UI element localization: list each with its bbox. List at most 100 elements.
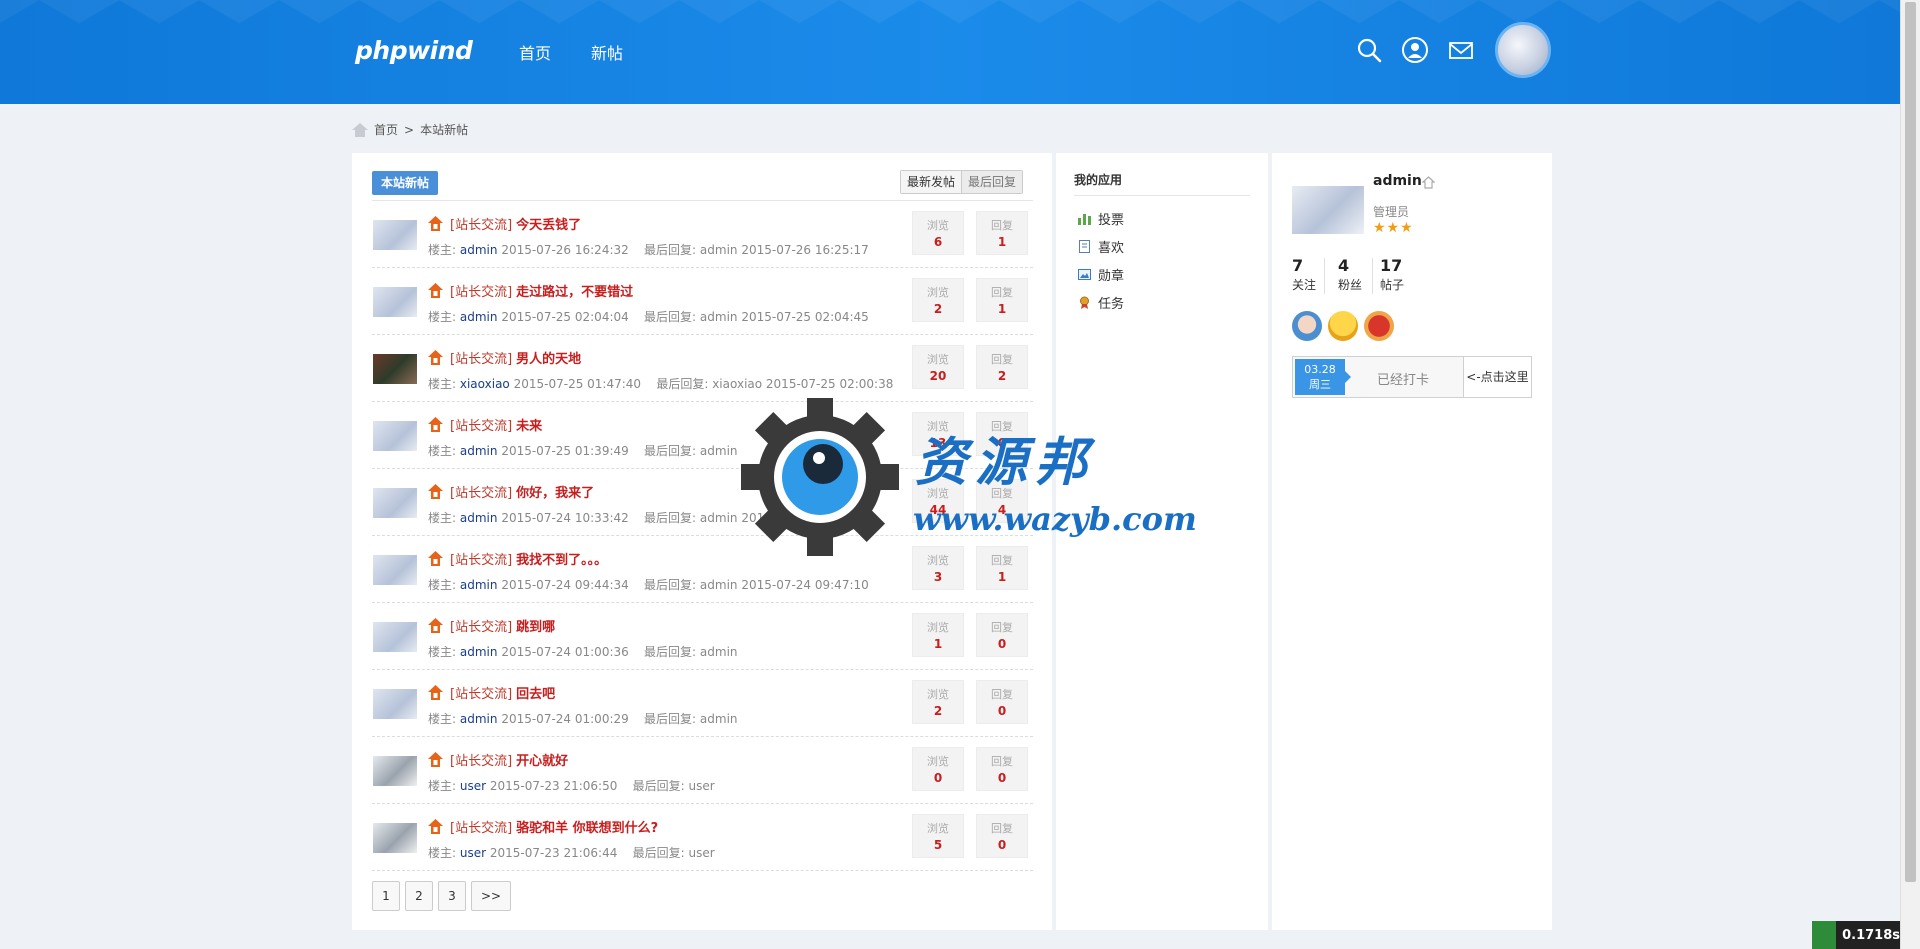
- reply-count: 回复 0: [976, 412, 1028, 456]
- thread-row[interactable]: [站长交流] 我找不到了。。。 楼主: admin 2015-07-24 09:44…: [372, 536, 1033, 603]
- thread-author[interactable]: admin: [460, 243, 498, 257]
- thread-title[interactable]: 跳到哪: [516, 620, 555, 635]
- next-page-button[interactable]: >>: [471, 881, 512, 911]
- thread-meta: 楼主: admin 2015-07-24 01:00:29 最后回复: admi…: [428, 710, 738, 727]
- user-card: admin 管理员 ★★★ 7 关注 4 粉丝 17 帖子 03.28 周三 已…: [1272, 153, 1552, 930]
- thread-row[interactable]: [站长交流] 男人的天地 楼主: xiaoxiao 2015-07-25 01:47…: [372, 335, 1033, 402]
- thread-title[interactable]: 我找不到了。。。: [516, 553, 607, 568]
- thread-row[interactable]: [站长交流] 你好，我来了 楼主: admin 2015-07-24 10:33:4…: [372, 469, 1033, 536]
- thread-row[interactable]: [站长交流] 骆驼和羊 你联想到什么? 楼主: user 2015-07-23 21…: [372, 804, 1033, 871]
- thread-author[interactable]: admin: [460, 712, 498, 726]
- thread-title[interactable]: 未来: [516, 419, 542, 434]
- author-avatar[interactable]: [373, 287, 417, 317]
- thread-row[interactable]: [站长交流] 今天丢钱了 楼主: admin 2015-07-26 16:24:32…: [372, 201, 1033, 268]
- medal-badge-3[interactable]: [1364, 311, 1394, 341]
- reply-prefix: 最后回复:: [644, 511, 697, 525]
- reply-prefix: 最后回复:: [644, 712, 697, 726]
- site-logo[interactable]: phpwind: [355, 36, 473, 65]
- scrollbar-thumb[interactable]: [1905, 2, 1916, 882]
- thread-title[interactable]: 回去吧: [516, 687, 555, 702]
- page-1-button[interactable]: 1: [372, 881, 400, 911]
- author-avatar[interactable]: [373, 220, 417, 250]
- author-avatar[interactable]: [373, 689, 417, 719]
- reply-count: 回复 0: [976, 680, 1028, 724]
- thread-category[interactable]: [站长交流]: [450, 821, 512, 836]
- breadcrumb-home[interactable]: 首页: [374, 121, 398, 138]
- view-count-value: 3: [933, 570, 943, 584]
- thread-category[interactable]: [站长交流]: [450, 620, 512, 635]
- thread-author[interactable]: admin: [460, 645, 498, 659]
- thread-title[interactable]: 男人的天地: [516, 352, 581, 367]
- thread-author[interactable]: admin: [460, 310, 498, 324]
- thread-row[interactable]: [站长交流] 走过路过，不要错过 楼主: admin 2015-07-25 02:0…: [372, 268, 1033, 335]
- user-name[interactable]: admin: [1373, 173, 1422, 189]
- sort-latest-reply-button[interactable]: 最后回复: [961, 171, 1023, 193]
- thread-author[interactable]: user: [460, 846, 486, 860]
- thread-category[interactable]: [站长交流]: [450, 285, 512, 300]
- thread-category[interactable]: [站长交流]: [450, 553, 512, 568]
- app-item-task[interactable]: 任务: [1078, 293, 1124, 312]
- mail-icon[interactable]: [1447, 36, 1475, 64]
- thread-author[interactable]: admin: [460, 578, 498, 592]
- thread-row[interactable]: [站长交流] 开心就好 楼主: user 2015-07-23 21:06:50 最…: [372, 737, 1033, 804]
- author-prefix: 楼主:: [428, 712, 457, 726]
- stat-fans[interactable]: 4 粉丝: [1338, 256, 1362, 293]
- view-count-value: 1: [933, 637, 943, 651]
- thread-author[interactable]: admin: [460, 444, 498, 458]
- thread-row[interactable]: [站长交流] 回去吧楼主: admin 2015-07-24 01:00:29 最…: [372, 670, 1033, 737]
- author-avatar[interactable]: [373, 622, 417, 652]
- stat-posts[interactable]: 17 帖子: [1380, 256, 1404, 293]
- author-avatar[interactable]: [373, 823, 417, 853]
- nav-new-posts[interactable]: 新帖: [591, 40, 623, 64]
- thread-title[interactable]: 你好，我来了: [516, 486, 594, 501]
- author-avatar[interactable]: [373, 354, 417, 384]
- author-avatar[interactable]: [373, 488, 417, 518]
- search-icon[interactable]: [1355, 36, 1383, 64]
- user-home-icon[interactable]: [1422, 176, 1435, 189]
- tab-site-new-posts[interactable]: 本站新帖: [372, 171, 439, 195]
- thread-category[interactable]: [站长交流]: [450, 754, 512, 769]
- medal-badge-1[interactable]: [1292, 311, 1322, 341]
- author-prefix: 楼主:: [428, 511, 457, 525]
- thread-category[interactable]: [站长交流]: [450, 486, 512, 501]
- page-2-button[interactable]: 2: [405, 881, 433, 911]
- thread-row[interactable]: [站长交流] 跳到哪 楼主: admin 2015-07-24 01:00:36 最…: [372, 603, 1033, 670]
- sort-latest-post-button[interactable]: 最新发帖: [901, 171, 962, 193]
- thread-author[interactable]: xiaoxiao: [460, 377, 510, 391]
- app-item-medal[interactable]: 勋章: [1078, 265, 1124, 284]
- thread-author[interactable]: user: [460, 779, 486, 793]
- view-count-value: 5: [933, 838, 943, 852]
- thread-category[interactable]: [站长交流]: [450, 218, 512, 233]
- medal-badge-2[interactable]: [1328, 311, 1358, 341]
- author-avatar[interactable]: [373, 555, 417, 585]
- thread-title[interactable]: 走过路过，不要错过: [516, 285, 633, 300]
- author-avatar[interactable]: [373, 421, 417, 451]
- thread-title[interactable]: 骆驼和羊 你联想到什么?: [516, 821, 658, 836]
- app-item-like[interactable]: 喜欢: [1078, 237, 1124, 256]
- page-scrollbar[interactable]: [1900, 0, 1920, 949]
- page-3-button[interactable]: 3: [438, 881, 466, 911]
- app-item-vote[interactable]: 投票: [1078, 209, 1124, 228]
- thread-title[interactable]: 开心就好: [516, 754, 568, 769]
- header-avatar[interactable]: [1495, 22, 1551, 78]
- top-header: phpwind 首页 新帖: [0, 0, 1900, 104]
- stat-following[interactable]: 7 关注: [1292, 256, 1316, 293]
- thread-author[interactable]: admin: [460, 511, 498, 525]
- reply-prefix: 最后回复:: [632, 779, 685, 793]
- thread-category[interactable]: [站长交流]: [450, 687, 512, 702]
- author-avatar[interactable]: [373, 756, 417, 786]
- nav-home[interactable]: 首页: [519, 40, 551, 64]
- user-avatar[interactable]: [1292, 186, 1364, 234]
- thread-category[interactable]: [站长交流]: [450, 419, 512, 434]
- checkin-button[interactable]: <-点击这里: [1463, 357, 1531, 397]
- thread-row[interactable]: [站长交流] 未来 楼主: admin 2015-07-25 01:39:49 最后…: [372, 402, 1033, 469]
- user-icon[interactable]: [1401, 36, 1429, 64]
- thread-category[interactable]: [站长交流]: [450, 352, 512, 367]
- reply-count-value: 0: [997, 838, 1007, 852]
- view-count-label: 浏览: [927, 621, 949, 634]
- thread-title[interactable]: 今天丢钱了: [516, 218, 581, 233]
- thread-post-time: 2015-07-23 21:06:50: [489, 779, 618, 793]
- reply-count-label: 回复: [991, 554, 1013, 567]
- view-count-label: 浏览: [927, 755, 949, 768]
- home-icon[interactable]: [352, 122, 368, 137]
